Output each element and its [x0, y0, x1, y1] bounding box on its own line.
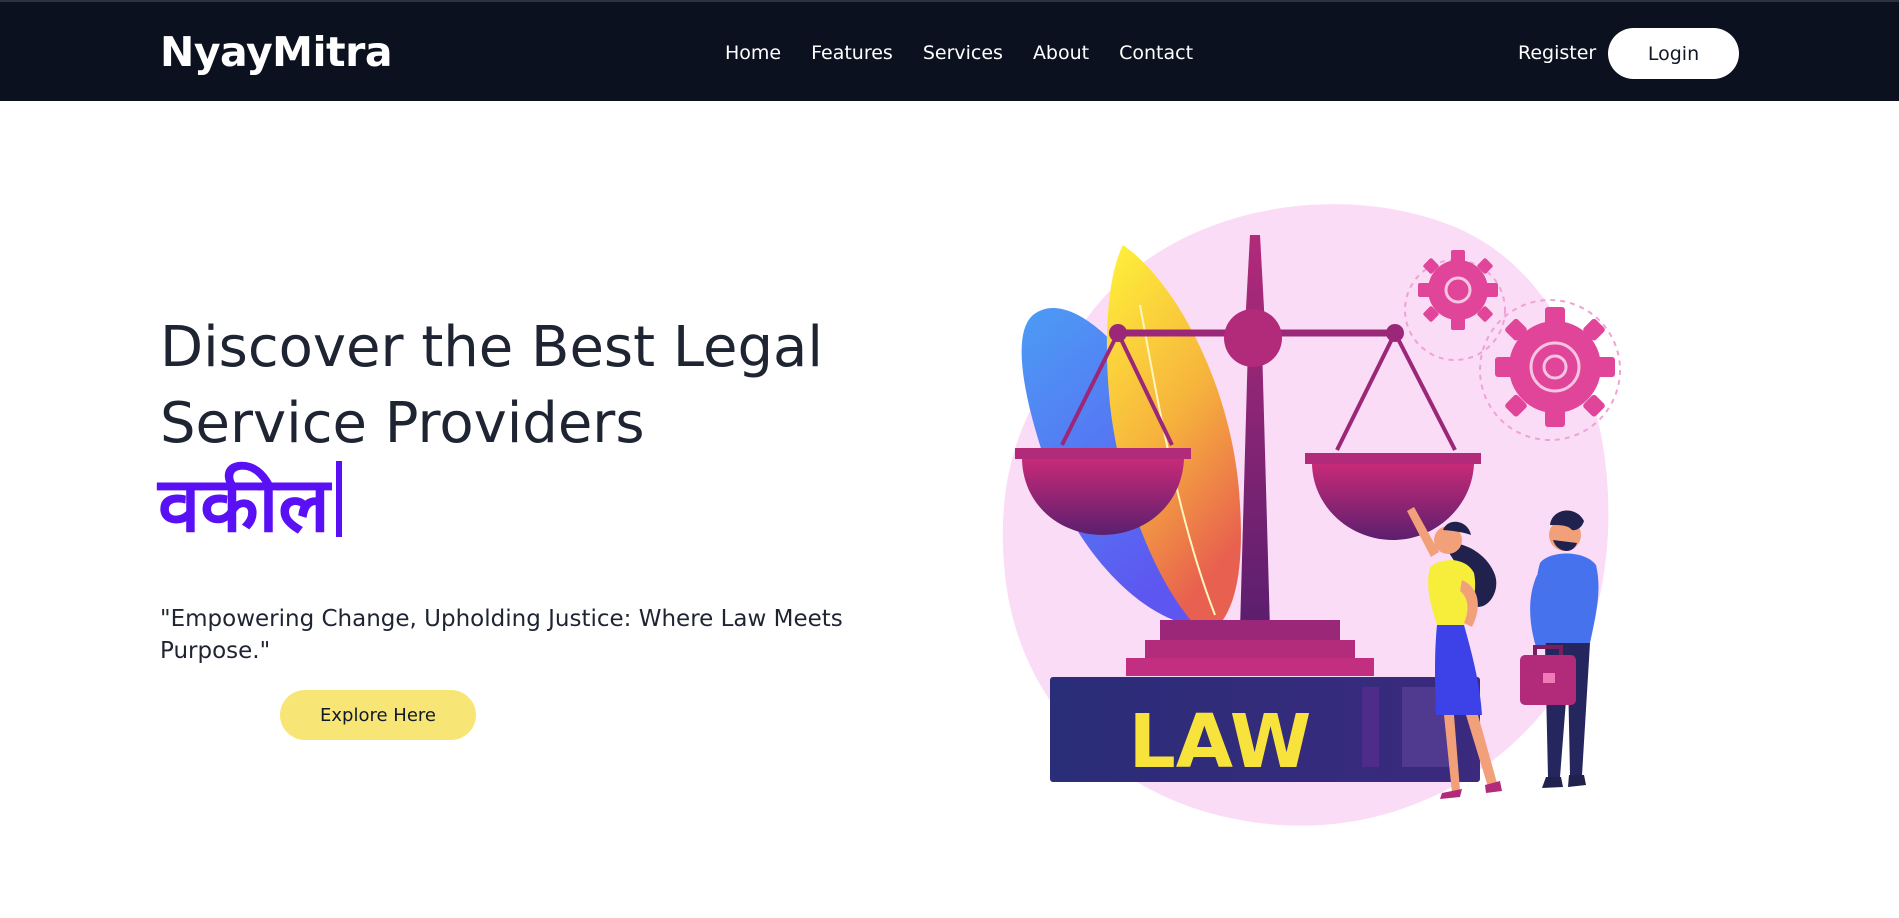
brand-logo[interactable]: NyayMitra [160, 28, 393, 76]
typed-word: वकील [158, 460, 330, 549]
nav-link-contact[interactable]: Contact [1119, 42, 1193, 64]
nav-item-home: Home [725, 42, 781, 64]
justice-scale-illustration: LAW [1002, 204, 1621, 826]
nav-item-about: About [1033, 42, 1089, 64]
navbar: NyayMitra Home Features Services About C… [0, 0, 1899, 101]
typed-word-display: वकील [158, 450, 342, 560]
nav-item-features: Features [811, 42, 893, 64]
explore-button[interactable]: Explore Here [280, 690, 476, 740]
nav-link-home[interactable]: Home [725, 42, 781, 64]
typing-cursor [335, 461, 342, 537]
nav-item-contact: Contact [1119, 42, 1193, 64]
nav-link-features[interactable]: Features [811, 42, 893, 64]
nav-links: Home Features Services About Contact [725, 42, 1193, 64]
hero-title: Discover the Best Legal Service Provider… [160, 315, 823, 456]
login-button[interactable]: Login [1608, 28, 1739, 79]
nav-item-services: Services [923, 42, 1003, 64]
hero-tagline: "Empowering Change, Upholding Justice: W… [160, 606, 843, 664]
nav-link-about[interactable]: About [1033, 42, 1089, 64]
law-book-icon: LAW [1050, 677, 1480, 785]
nav-link-services[interactable]: Services [923, 42, 1003, 64]
law-book-label: LAW [1129, 699, 1312, 785]
register-link[interactable]: Register [1518, 42, 1596, 64]
